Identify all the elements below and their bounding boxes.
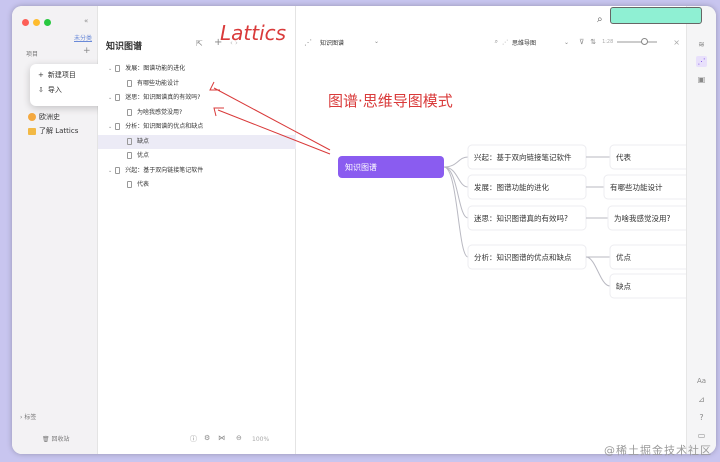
share-icon[interactable]: ⇱ xyxy=(196,39,203,48)
mindmap-link xyxy=(443,166,469,258)
mindmap-child-label: 代表 xyxy=(616,152,631,162)
smile-icon xyxy=(28,113,36,121)
document-icon xyxy=(115,94,121,101)
expand-chevron-icon[interactable]: ⌄ xyxy=(108,120,112,134)
outline-row-label: 为啥我感觉没用? xyxy=(137,108,183,116)
outline-row[interactable]: ⌄ 迷思：知识图谱真的有效吗? xyxy=(98,91,296,105)
outline-row[interactable]: 为啥我感觉没用? xyxy=(98,106,296,120)
outline-row-label: 分析：知识图谱的优点和缺点 xyxy=(125,123,204,130)
folder-icon xyxy=(28,127,36,135)
mindmap-child-label: 优点 xyxy=(616,252,631,262)
uncategorized-link[interactable]: 未分类 xyxy=(74,33,92,42)
zoom-window-button[interactable] xyxy=(44,19,51,26)
document-icon xyxy=(127,137,132,145)
chat-icon[interactable]: ▭ xyxy=(696,430,707,441)
mindmap-link xyxy=(585,256,611,287)
app-window: « 未分类 项目 + 欧洲史 了解 Lattics › 标签 🗑 回收站 + 新… xyxy=(12,6,716,454)
global-search-icon[interactable]: ⌕ xyxy=(597,14,603,25)
nav-arrows-icon[interactable]: ‹ › xyxy=(230,39,238,47)
layers-icon[interactable]: ≋ xyxy=(696,39,707,50)
new-project-context-menu: + 新建项目 ⇩ 导入 xyxy=(30,64,106,106)
mindmap-graph: 兴起：基于双向链接笔记软件 代表发展：图谱功能的进化 有哪些功能设计迷思：知识图谱真… xyxy=(338,144,686,299)
outline-panel: 知识图谱 ⇱ + ‹ › ⌄ 发展：图谱功能的进化 有哪些功能设计 ⌄ 迷思：知识图谱真… xyxy=(98,6,296,454)
add-project-icon[interactable]: + xyxy=(83,46,91,56)
menu-item-label: 新建项目 xyxy=(47,71,76,79)
document-icon xyxy=(127,79,132,87)
import-icon: ⇩ xyxy=(38,86,44,94)
collapse-icon[interactable]: ⋈ xyxy=(218,434,225,442)
tags-toggle[interactable]: › 标签 xyxy=(20,412,36,421)
document-icon xyxy=(127,181,132,188)
document-icon xyxy=(115,65,121,72)
help-icon[interactable]: ? xyxy=(696,412,707,423)
outline-row-label: 缺点 xyxy=(137,137,150,145)
outline-row[interactable]: 优点 xyxy=(98,149,296,163)
tags-label: 标签 xyxy=(24,414,37,421)
outline-row[interactable]: 代表 xyxy=(98,178,296,192)
mindmap-root-label: 知识图谱 xyxy=(345,162,377,172)
chart-icon[interactable]: ⊿ xyxy=(696,394,707,405)
mindmap-child-label: 有哪些功能设计 xyxy=(610,182,663,192)
document-icon xyxy=(115,123,121,130)
outline-row-label: 发展：图谱功能的进化 xyxy=(125,65,186,72)
trash-link[interactable]: 🗑 回收站 xyxy=(42,434,70,443)
outline-row[interactable]: 有哪些功能设计 xyxy=(98,77,296,91)
outline-row-label: 有哪些功能设计 xyxy=(137,79,180,87)
minimize-window-button[interactable] xyxy=(33,19,40,26)
expand-chevron-icon[interactable]: ⌄ xyxy=(108,62,112,76)
mindmap-child-label: 缺点 xyxy=(616,281,631,291)
mindmap-canvas: ⋰ 知识图谱 ⌄ ⌕ ⋰ 思维导图 ⌄ ⊽ ⇅ 1:28 × 兴起：基于双向链接… xyxy=(296,6,686,454)
outline-row[interactable]: ⌄ 兴起：基于双向链接笔记软件 xyxy=(98,164,296,178)
font-size-icon[interactable]: Aa xyxy=(696,376,707,387)
zoom-out-icon[interactable]: ⊖ xyxy=(236,434,242,442)
outline-zoom-level: 100% xyxy=(252,436,270,443)
menu-item-label: 导入 xyxy=(47,86,62,94)
outline-row-label: 优点 xyxy=(137,152,150,159)
mindmap-branch-label: 迷思：知识图谱真的有效吗? xyxy=(474,213,568,223)
project-label: 欧洲史 xyxy=(39,113,60,121)
mindmap-branch-label: 发展：图谱功能的进化 xyxy=(474,182,549,192)
project-label: 了解 Lattics xyxy=(39,127,79,135)
outline-row[interactable]: 缺点 xyxy=(98,134,296,149)
outline-row[interactable]: ⌄ 分析：知识图谱的优点和缺点 xyxy=(98,120,296,134)
mindmap-link xyxy=(443,156,469,168)
outline-row-label: 兴起：基于双向链接笔记软件 xyxy=(125,166,204,174)
trash-icon: 🗑 xyxy=(42,436,50,443)
watermark: @稀土掘金技术社区 xyxy=(604,444,712,457)
plus-icon: + xyxy=(38,71,44,79)
outline-row-label: 迷思：知识图谱真的有效吗? xyxy=(125,94,201,101)
note-icon[interactable]: ▣ xyxy=(696,74,707,85)
outline-title: 知识图谱 xyxy=(106,42,143,52)
project-item-europe-history[interactable]: 欧洲史 xyxy=(28,110,96,124)
project-list: 欧洲史 了解 Lattics xyxy=(28,110,96,138)
projects-section-label: 项目 xyxy=(26,51,39,58)
close-window-button[interactable] xyxy=(22,19,29,26)
project-item-about-lattics[interactable]: 了解 Lattics xyxy=(28,124,96,138)
collapse-sidebar-icon[interactable]: « xyxy=(84,17,88,25)
settings-icon[interactable]: ⚙ xyxy=(204,434,210,442)
document-icon xyxy=(127,152,132,159)
trash-label: 回收站 xyxy=(51,436,70,443)
menu-item-import[interactable]: ⇩ 导入 xyxy=(30,83,106,98)
outline-row[interactable]: ⌄ 发展：图谱功能的进化 xyxy=(98,62,296,76)
expand-chevron-icon[interactable]: ⌄ xyxy=(108,164,112,178)
mindmap-branch-label: 分析：知识图谱的优点和缺点 xyxy=(474,252,572,262)
add-note-icon[interactable]: + xyxy=(214,37,222,48)
outline-row-label: 代表 xyxy=(137,181,150,188)
document-icon xyxy=(127,108,132,116)
right-toolbar: ≋ ⋰ ▣ Aa ⊿ ? ▭ xyxy=(686,6,716,454)
document-icon xyxy=(115,166,121,174)
menu-item-new-project[interactable]: + 新建项目 xyxy=(30,68,106,83)
info-icon[interactable]: ⓘ xyxy=(190,434,197,444)
graph-view-icon[interactable]: ⋰ xyxy=(696,56,707,67)
mindmap-branch-label: 兴起：基于双向链接笔记软件 xyxy=(474,152,572,162)
mindmap-child-label: 为啥我感觉没用? xyxy=(614,213,670,223)
search-input[interactable] xyxy=(610,7,702,24)
expand-chevron-icon[interactable]: ⌄ xyxy=(108,91,112,105)
